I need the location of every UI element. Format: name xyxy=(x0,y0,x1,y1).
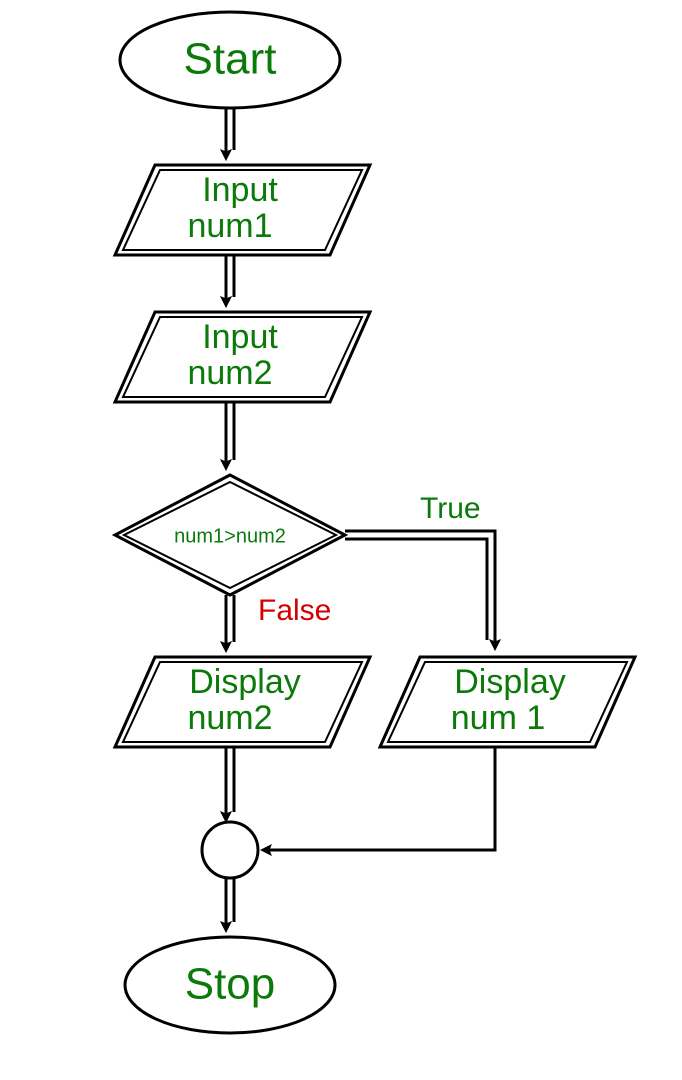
input1-label-line2: num1 xyxy=(187,207,272,245)
display-false-node: Display num2 xyxy=(115,657,370,747)
display-true-node: Display num 1 xyxy=(380,657,635,747)
false-label: False xyxy=(258,594,331,627)
stop-node: Stop xyxy=(125,937,335,1033)
start-node: Start xyxy=(120,12,340,108)
decision-label: num1>num2 xyxy=(174,525,286,547)
start-label: Start xyxy=(184,35,277,84)
input2-label-line1: Input xyxy=(202,318,278,356)
decision-node: num1>num2 xyxy=(115,475,345,595)
arrow-input1-to-input2 xyxy=(226,255,234,305)
stop-label: Stop xyxy=(185,960,276,1009)
arrow-input2-to-decision xyxy=(226,402,234,468)
arrow-connector-to-stop xyxy=(226,878,234,930)
flowchart-diagram: Start Input num1 Input num2 num1>num2 xyxy=(0,0,682,1080)
display-false-line2: num2 xyxy=(187,699,272,737)
connector-node xyxy=(202,822,258,878)
arrow-start-to-input1 xyxy=(226,108,234,158)
input2-node: Input num2 xyxy=(115,312,370,402)
arrow-false-to-connector xyxy=(226,747,234,820)
arrow-true-to-connector xyxy=(263,747,495,850)
input2-label-line2: num2 xyxy=(187,354,272,392)
true-label: True xyxy=(420,492,481,525)
display-true-line2: num 1 xyxy=(451,699,546,737)
arrow-decision-true: True xyxy=(345,492,495,648)
display-true-line1: Display xyxy=(454,663,565,701)
arrow-decision-false: False xyxy=(226,594,331,650)
input1-node: Input num1 xyxy=(115,165,370,255)
input1-label-line1: Input xyxy=(202,171,278,209)
display-false-line1: Display xyxy=(189,663,300,701)
